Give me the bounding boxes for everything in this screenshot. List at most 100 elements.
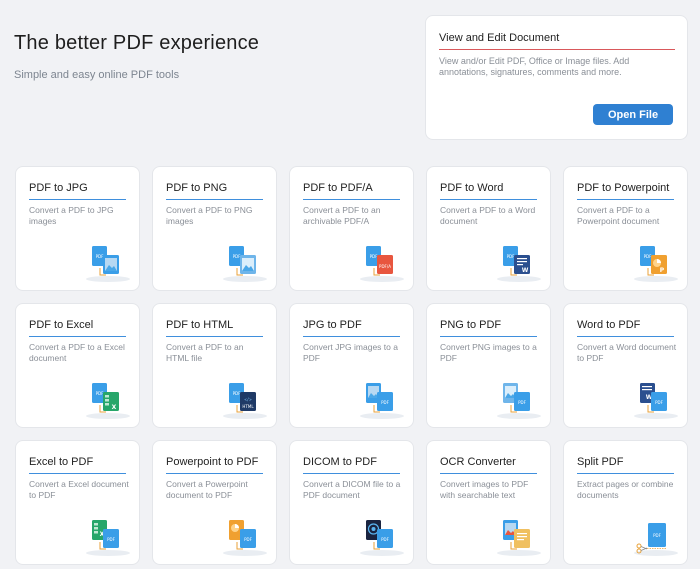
svg-text:X: X [112,404,117,411]
svg-text:PDF: PDF [107,537,115,542]
tool-title: OCR Converter [440,456,516,468]
svg-text:PDF: PDF [644,254,652,259]
page-subtitle: Simple and easy online PDF tools [14,69,180,81]
tool-underline [577,336,674,337]
svg-text:PDF: PDF [370,254,378,259]
tool-description: Convert a DICOM file to a PDF document [303,479,401,500]
tool-underline [440,473,537,474]
svg-text:PDF: PDF [244,537,252,542]
tool-title: PDF to HTML [166,319,234,331]
tool-description: Extract pages or combine documents [577,479,674,500]
tool-title: Excel to PDF [29,456,94,468]
tool-title: PDF to JPG [29,182,88,194]
tool-underline [303,199,400,200]
tool-title: Split PDF [577,456,624,468]
tool-underline [303,473,400,474]
word-to-pdf-icon: W PDF [630,380,680,420]
jpg-to-pdf-icon: PDF [356,380,406,420]
tools-grid: PDF to JPG Convert a PDF to JPG images P… [15,166,688,565]
tool-card-pdf-to-jpg[interactable]: PDF to JPG Convert a PDF to JPG images P… [15,166,140,291]
tool-underline [29,199,126,200]
tool-description: Convert a PDF to an archivable PDF/A [303,205,381,226]
ocr-converter-icon [493,517,543,557]
svg-text:PDF: PDF [655,400,663,405]
tool-description: Convert a PDF to a Word document [440,205,536,226]
tool-description: Convert images to PDF with searchable te… [440,479,529,500]
tool-title: PNG to PDF [440,319,502,331]
tool-description: Convert a Powerpoint document to PDF [166,479,248,500]
pdf-to-jpg-icon: PDF [82,243,132,283]
tool-card-png-to-pdf[interactable]: PNG to PDF Convert PNG images to a PDF P… [426,303,551,428]
tool-description: Convert a PDF to an HTML file [166,342,244,363]
tool-description: Convert a PDF to a Excel document [29,342,125,363]
dicom-to-pdf-icon: PDF [356,517,406,557]
tool-description: Convert a PDF to a Powerpoint document [577,205,660,226]
tool-title: Word to PDF [577,319,641,331]
tool-title: PDF to Word [440,182,504,194]
view-edit-title: View and Edit Document [439,32,560,44]
tool-underline [166,336,263,337]
tool-card-pdf-to-html[interactable]: PDF to HTML Convert a PDF to an HTML fil… [152,303,277,428]
page-title: The better PDF experience [14,32,260,54]
view-edit-description: View and/or Edit PDF, Office or Image fi… [439,56,630,77]
tool-card-pdf-to-excel[interactable]: PDF to Excel Convert a PDF to a Excel do… [15,303,140,428]
tool-underline [440,336,537,337]
pdf-to-png-icon: PDF [219,243,269,283]
tool-title: PDF to PDF/A [303,182,373,194]
svg-text:</>: </> [244,397,252,402]
png-to-pdf-icon: PDF [493,380,543,420]
tool-description: Convert a Word document to PDF [577,342,677,363]
tool-card-excel-to-pdf[interactable]: Excel to PDF Convert a Excel document to… [15,440,140,565]
tool-card-ocr-converter[interactable]: OCR Converter Convert images to PDF with… [426,440,551,565]
svg-text:PDF: PDF [518,400,526,405]
split-pdf-icon: PDF [630,517,680,557]
svg-text:PDF: PDF [507,254,515,259]
svg-text:PDF: PDF [96,391,104,396]
tool-underline [577,473,674,474]
tool-description: Convert a PDF to JPG images [29,205,114,226]
pdf-to-powerpoint-icon: PDF P [630,243,680,283]
svg-text:HTML: HTML [242,404,254,409]
svg-text:PDF: PDF [381,400,389,405]
tool-card-dicom-to-pdf[interactable]: DICOM to PDF Convert a DICOM file to a P… [289,440,414,565]
tool-description: Convert JPG images to a PDF [303,342,398,363]
tool-underline [577,199,674,200]
svg-text:P: P [660,267,665,274]
tool-card-pdf-to-pdfa[interactable]: PDF to PDF/A Convert a PDF to an archiva… [289,166,414,291]
pdf-to-excel-icon: PDF X [82,380,132,420]
tool-description: Convert PNG images to a PDF [440,342,537,363]
tool-card-split-pdf[interactable]: Split PDF Extract pages or combine docum… [563,440,688,565]
pdf-to-html-icon: PDF </> HTML [219,380,269,420]
tool-card-powerpoint-to-pdf[interactable]: Powerpoint to PDF Convert a Powerpoint d… [152,440,277,565]
tool-card-pdf-to-word[interactable]: PDF to Word Convert a PDF to a Word docu… [426,166,551,291]
tool-title: JPG to PDF [303,319,362,331]
svg-text:PDF: PDF [233,254,241,259]
tool-underline [29,473,126,474]
svg-text:PDF: PDF [233,391,241,396]
tool-card-jpg-to-pdf[interactable]: JPG to PDF Convert JPG images to a PDF P… [289,303,414,428]
tool-underline [303,336,400,337]
tool-underline [440,199,537,200]
tool-card-word-to-pdf[interactable]: Word to PDF Convert a Word document to P… [563,303,688,428]
excel-to-pdf-icon: X PDF [82,517,132,557]
tool-underline [166,199,263,200]
open-file-button[interactable]: Open File [593,104,673,125]
tool-title: PDF to Excel [29,319,94,331]
powerpoint-to-pdf-icon: PDF [219,517,269,557]
svg-text:PDF/A: PDF/A [379,264,391,269]
svg-text:PDF: PDF [96,254,104,259]
tool-card-pdf-to-powerpoint[interactable]: PDF to Powerpoint Convert a PDF to a Pow… [563,166,688,291]
tool-underline [29,336,126,337]
tool-description: Convert a Excel document to PDF [29,479,129,500]
pdf-to-pdfa-icon: PDF PDF/A [356,243,406,283]
svg-text:W: W [522,267,529,274]
tool-description: Convert a PDF to PNG images [166,205,253,226]
tool-underline [166,473,263,474]
pdf-to-word-icon: PDF W [493,243,543,283]
tool-title: Powerpoint to PDF [166,456,259,468]
tool-card-pdf-to-png[interactable]: PDF to PNG Convert a PDF to PNG images P… [152,166,277,291]
tool-title: PDF to PNG [166,182,228,194]
svg-text:PDF: PDF [381,537,389,542]
tool-title: DICOM to PDF [303,456,377,468]
view-edit-underline [439,49,675,50]
